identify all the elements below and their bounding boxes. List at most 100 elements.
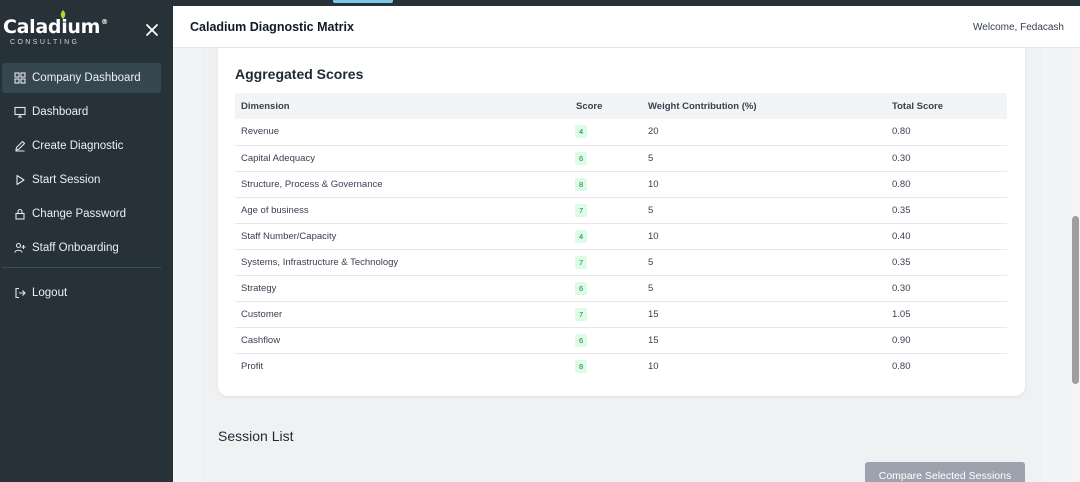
sidebar-item-dashboard[interactable]: Dashboard <box>2 97 161 127</box>
cell-dimension: Structure, Process & Governance <box>235 171 570 198</box>
sidebar-item-label: Change Password <box>32 208 126 220</box>
table-row: Age of business 7 5 0.35 <box>235 197 1007 224</box>
score-badge: 7 <box>575 255 588 269</box>
sidebar-item-label: Logout <box>32 287 68 299</box>
compare-sessions-button[interactable]: Compare Selected Sessions <box>865 462 1025 482</box>
active-tab-indicator <box>333 0 393 3</box>
score-badge: 6 <box>575 281 588 295</box>
top-strip <box>0 0 1080 6</box>
page-title: Caladium Diagnostic Matrix <box>190 20 354 34</box>
cell-score: 7 <box>570 197 642 224</box>
cell-score: 6 <box>570 275 642 302</box>
cell-total: 1.05 <box>886 301 1007 328</box>
sidebar-divider <box>2 267 161 268</box>
top-header: Caladium Diagnostic Matrix Welcome, Feda… <box>173 6 1080 48</box>
sidebar: Caladium® CONSULTING Company Dashboard D… <box>0 6 173 482</box>
close-icon[interactable] <box>143 21 161 39</box>
score-badge: 6 <box>575 151 588 165</box>
table-row: Staff Number/Capacity 4 10 0.40 <box>235 223 1007 250</box>
sidebar-item-label: Staff Onboarding <box>32 242 119 254</box>
cell-dimension: Capital Adequacy <box>235 145 570 172</box>
cell-score: 8 <box>570 353 642 379</box>
sidebar-item-company-dashboard[interactable]: Company Dashboard <box>2 63 161 93</box>
table-row: Systems, Infrastructure & Technology 7 5 0.… <box>235 249 1007 276</box>
cell-dimension: Age of business <box>235 197 570 224</box>
sidebar-item-staff-onboarding[interactable]: Staff Onboarding <box>2 233 161 263</box>
pencil-icon <box>15 140 26 152</box>
column-header-score: Score <box>576 100 603 112</box>
cell-dimension: Systems, Infrastructure & Technology <box>235 249 570 276</box>
cell-dimension: Revenue <box>235 119 570 146</box>
table-row: Profit 8 10 0.80 <box>235 353 1007 379</box>
cell-total: 0.35 <box>886 249 1007 276</box>
table-row: Capital Adequacy 6 5 0.30 <box>235 145 1007 172</box>
cell-total: 0.80 <box>892 360 911 372</box>
cell-score: 7 <box>570 249 642 276</box>
sidebar-item-logout[interactable]: Logout <box>2 278 161 308</box>
table-row: Revenue 4 20 0.80 <box>235 119 1007 146</box>
section-title: Aggregated Scores <box>235 66 364 82</box>
cell-dimension: Cashflow <box>235 327 570 354</box>
cell-weight: 10 <box>648 360 659 372</box>
cell-score: 6 <box>570 145 642 172</box>
column-header-dimension: Dimension <box>241 100 290 112</box>
cell-weight: 5 <box>642 197 886 224</box>
table-row: Cashflow 6 15 0.90 <box>235 327 1007 354</box>
user-plus-icon <box>14 242 26 253</box>
scrollbar[interactable] <box>1071 48 1080 482</box>
table-header-row: Dimension Score Weight Contribution (%) … <box>235 93 1007 119</box>
cell-score: 4 <box>570 223 642 250</box>
table-row: Structure, Process & Governance 8 10 0.80 <box>235 171 1007 198</box>
cell-weight: 20 <box>642 119 886 146</box>
cell-weight: 10 <box>642 171 886 198</box>
logout-icon <box>15 287 26 299</box>
logo: Caladium® CONSULTING <box>3 10 108 46</box>
score-badge: 4 <box>575 229 588 243</box>
cell-score: 4 <box>570 119 642 146</box>
play-icon <box>16 174 25 186</box>
score-badge: 8 <box>575 359 588 373</box>
table-row: Customer 7 15 1.05 <box>235 301 1007 328</box>
cell-weight: 5 <box>642 275 886 302</box>
sidebar-item-label: Create Diagnostic <box>32 140 124 152</box>
logo-subtitle: CONSULTING <box>10 39 80 46</box>
cell-dimension: Profit <box>241 360 264 372</box>
sidebar-item-label: Dashboard <box>32 106 89 118</box>
cell-weight: 15 <box>642 327 886 354</box>
cell-weight: 5 <box>642 145 886 172</box>
sidebar-item-start-session[interactable]: Start Session <box>2 165 161 195</box>
cell-total: 0.35 <box>886 197 1007 224</box>
score-badge: 4 <box>575 125 588 139</box>
grid-icon <box>14 72 26 84</box>
cell-score: 7 <box>570 301 642 328</box>
cell-total: 0.80 <box>886 119 1007 146</box>
cell-dimension: Staff Number/Capacity <box>235 223 570 250</box>
aggregated-scores-table: Dimension Score Weight Contribution (%) … <box>235 93 1007 379</box>
table-row: Strategy 6 5 0.30 <box>235 275 1007 302</box>
cell-dimension: Strategy <box>235 275 570 302</box>
score-badge: 8 <box>575 177 588 191</box>
cell-score: 8 <box>570 171 642 198</box>
cell-weight: 5 <box>642 249 886 276</box>
score-badge: 7 <box>575 203 588 217</box>
cell-total: 0.90 <box>886 327 1007 354</box>
welcome-text: Welcome, Fedacash <box>973 22 1064 33</box>
cell-weight: 10 <box>642 223 886 250</box>
column-header-total: Total Score <box>892 100 944 112</box>
cell-dimension: Customer <box>235 301 570 328</box>
cell-total: 0.80 <box>886 171 1007 198</box>
cell-total: 0.40 <box>886 223 1007 250</box>
session-list-title: Session List <box>218 428 294 444</box>
leaf-icon <box>60 10 66 19</box>
sidebar-item-create-diagnostic[interactable]: Create Diagnostic <box>2 131 161 161</box>
scrollbar-thumb[interactable] <box>1072 216 1079 384</box>
sidebar-item-label: Company Dashboard <box>32 72 141 84</box>
sidebar-item-label: Start Session <box>32 174 101 186</box>
cell-total: 0.30 <box>886 275 1007 302</box>
sidebar-nav: Company Dashboard Dashboard Create Diagn… <box>2 63 161 312</box>
score-badge: 7 <box>575 307 588 321</box>
sidebar-item-change-password[interactable]: Change Password <box>2 199 161 229</box>
aggregated-scores-card: Aggregated Scores Dimension Score Weight… <box>218 48 1025 396</box>
column-header-weight: Weight Contribution (%) <box>648 100 757 112</box>
score-badge: 6 <box>575 333 588 347</box>
